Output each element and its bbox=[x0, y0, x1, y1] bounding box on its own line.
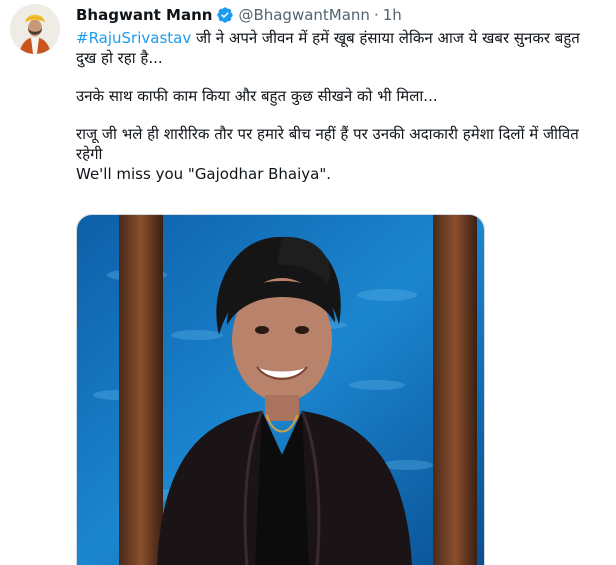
tweet-paragraph-1: #RajuSrivastav जी ने अपने जीवन में हमें … bbox=[76, 28, 596, 68]
tweet-media-image[interactable] bbox=[76, 214, 485, 565]
tweet-paragraph-4: We'll miss you "Gajodhar Bhaiya". bbox=[76, 165, 332, 183]
verified-badge-icon bbox=[217, 7, 234, 23]
avatar[interactable] bbox=[10, 4, 60, 54]
timestamp[interactable]: 1h bbox=[383, 6, 402, 24]
tweet-paragraph-3: राजू जी भले ही शारीरिक तौर पर हमारे बीच … bbox=[76, 125, 579, 163]
tweet-paragraph-2: उनके साथ काफी काम किया और बहुत कुछ सीखने… bbox=[76, 87, 438, 105]
hashtag-link[interactable]: #RajuSrivastav bbox=[76, 29, 191, 47]
separator-dot: · bbox=[373, 6, 379, 24]
tweet-header: Bhagwant Mann @BhagwantMann · 1h bbox=[76, 4, 402, 26]
author-name[interactable]: Bhagwant Mann bbox=[76, 6, 212, 24]
tweet-text: #RajuSrivastav जी ने अपने जीवन में हमें … bbox=[76, 28, 596, 184]
tweet[interactable]: Bhagwant Mann @BhagwantMann · 1h #RajuSr… bbox=[0, 0, 616, 565]
author-handle[interactable]: @BhagwantMann bbox=[238, 6, 370, 24]
